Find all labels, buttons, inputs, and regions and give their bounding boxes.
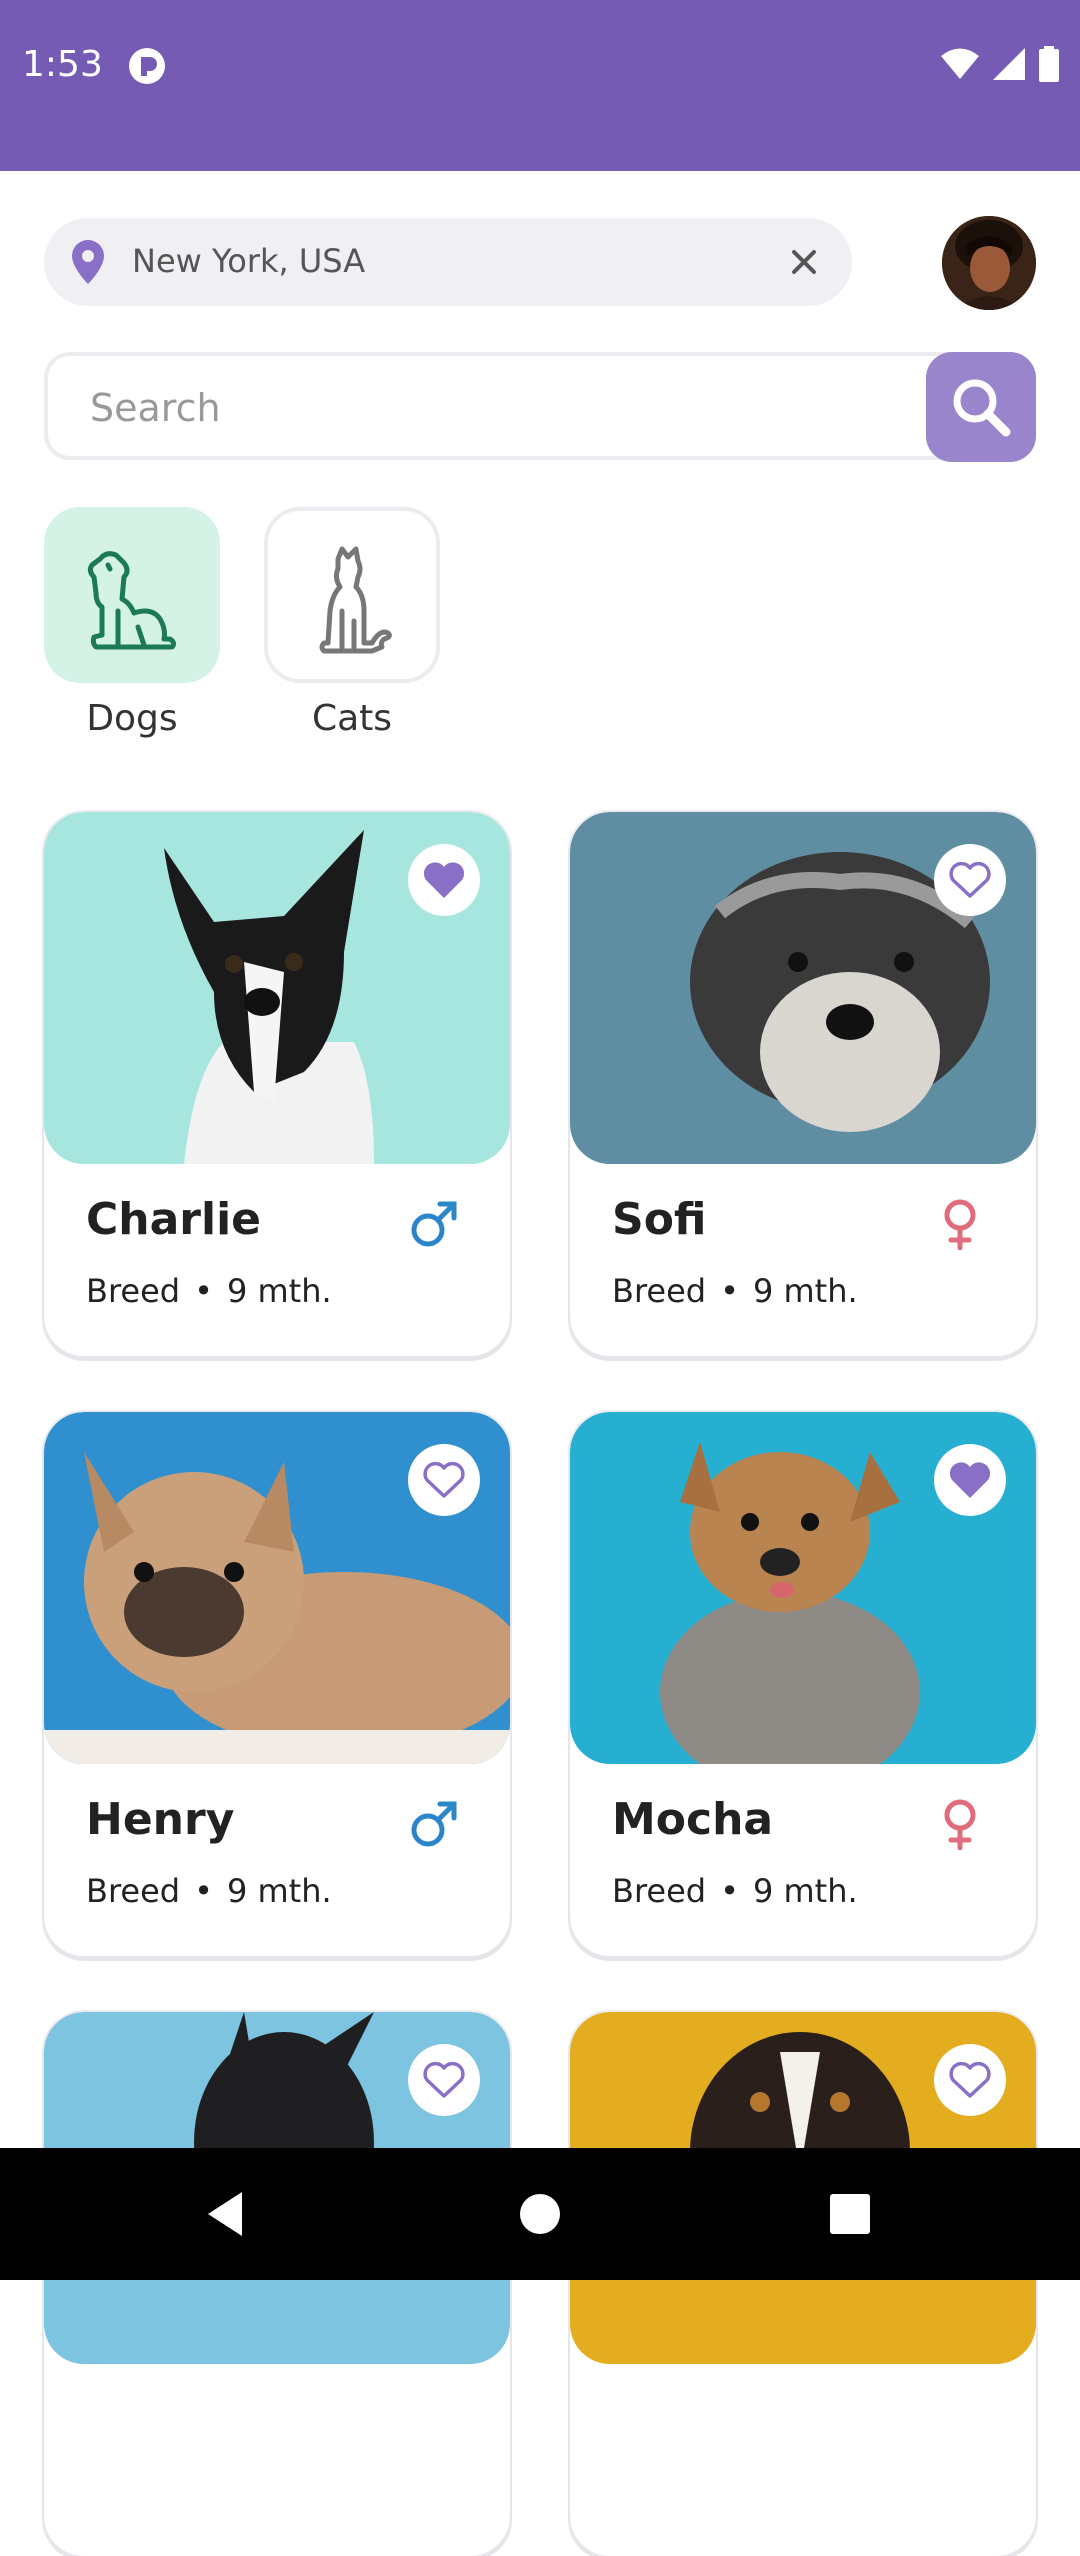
- female-icon: [944, 1199, 976, 1250]
- pet-card[interactable]: [570, 2012, 1036, 2556]
- pet-name: Mocha: [612, 1794, 774, 1845]
- favorite-button[interactable]: [408, 2044, 480, 2116]
- pet-breed: Breed: [86, 1872, 181, 1910]
- pet-age: 9 mth.: [226, 1872, 332, 1910]
- category-dogs-label: Dogs: [86, 698, 178, 739]
- pet-card[interactable]: [44, 2012, 510, 2556]
- pet-age: 9 mth.: [752, 1272, 858, 1310]
- pet-card[interactable]: Mocha Breed • 9 mth.: [570, 1412, 1036, 1956]
- pet-age: 9 mth.: [226, 1272, 332, 1310]
- dog-icon: [87, 551, 177, 650]
- app-notification-icon: [129, 48, 165, 84]
- pet-name: Sofi: [612, 1194, 707, 1245]
- pet-breed: Breed: [612, 1272, 707, 1310]
- category-cats-label: Cats: [311, 698, 393, 739]
- favorite-button[interactable]: [408, 844, 480, 916]
- female-icon: [944, 1799, 976, 1850]
- status-time: 1:53: [22, 44, 103, 85]
- location-selector[interactable]: New York, USA: [44, 218, 852, 306]
- heart-outline-icon: [423, 2061, 465, 2098]
- search-box: [44, 352, 1034, 460]
- location-text: New York, USA: [132, 242, 366, 280]
- cat-icon: [319, 546, 392, 654]
- search-input[interactable]: [88, 382, 912, 434]
- back-icon[interactable]: [200, 2188, 252, 2240]
- pet-age: 9 mth.: [752, 1872, 858, 1910]
- pet-breed: Breed: [86, 1272, 181, 1310]
- pet-breed: Breed: [612, 1872, 707, 1910]
- location-pin-icon: [72, 240, 104, 284]
- category-cats[interactable]: [264, 507, 440, 683]
- pet-details: Breed • 9 mth.: [612, 1272, 858, 1310]
- male-icon: [411, 1201, 457, 1247]
- favorite-button[interactable]: [934, 844, 1006, 916]
- pet-name: Henry: [86, 1794, 235, 1845]
- pet-details: Breed • 9 mth.: [612, 1872, 858, 1910]
- battery-icon: [1039, 46, 1059, 82]
- recents-icon[interactable]: [828, 2192, 872, 2236]
- clear-location-icon[interactable]: [780, 238, 828, 286]
- heart-filled-icon: [423, 862, 465, 898]
- signal-icon: [993, 48, 1025, 80]
- favorite-button[interactable]: [934, 2044, 1006, 2116]
- wifi-icon: [941, 48, 979, 79]
- heart-outline-icon: [949, 861, 991, 898]
- pet-details: Breed • 9 mth.: [86, 1872, 332, 1910]
- pet-name: Charlie: [86, 1194, 262, 1245]
- pet-card[interactable]: Charlie Breed • 9 mth.: [44, 812, 510, 1356]
- status-bar: 1:53: [0, 0, 1080, 171]
- pet-card[interactable]: Sofi Breed • 9 mth.: [570, 812, 1036, 1356]
- heart-filled-icon: [949, 1462, 991, 1498]
- favorite-button[interactable]: [408, 1444, 480, 1516]
- heart-outline-icon: [423, 1461, 465, 1498]
- pet-card[interactable]: Henry Breed • 9 mth.: [44, 1412, 510, 1956]
- pet-details: Breed • 9 mth.: [86, 1272, 332, 1310]
- heart-outline-icon: [949, 2061, 991, 2098]
- search-icon: [953, 379, 1011, 437]
- home-icon[interactable]: [518, 2192, 562, 2236]
- category-dogs[interactable]: [44, 507, 220, 683]
- male-icon: [411, 1801, 457, 1847]
- favorite-button[interactable]: [934, 1444, 1006, 1516]
- navigation-bar: [0, 2148, 1080, 2280]
- search-button[interactable]: [926, 352, 1036, 462]
- user-avatar[interactable]: [942, 216, 1036, 310]
